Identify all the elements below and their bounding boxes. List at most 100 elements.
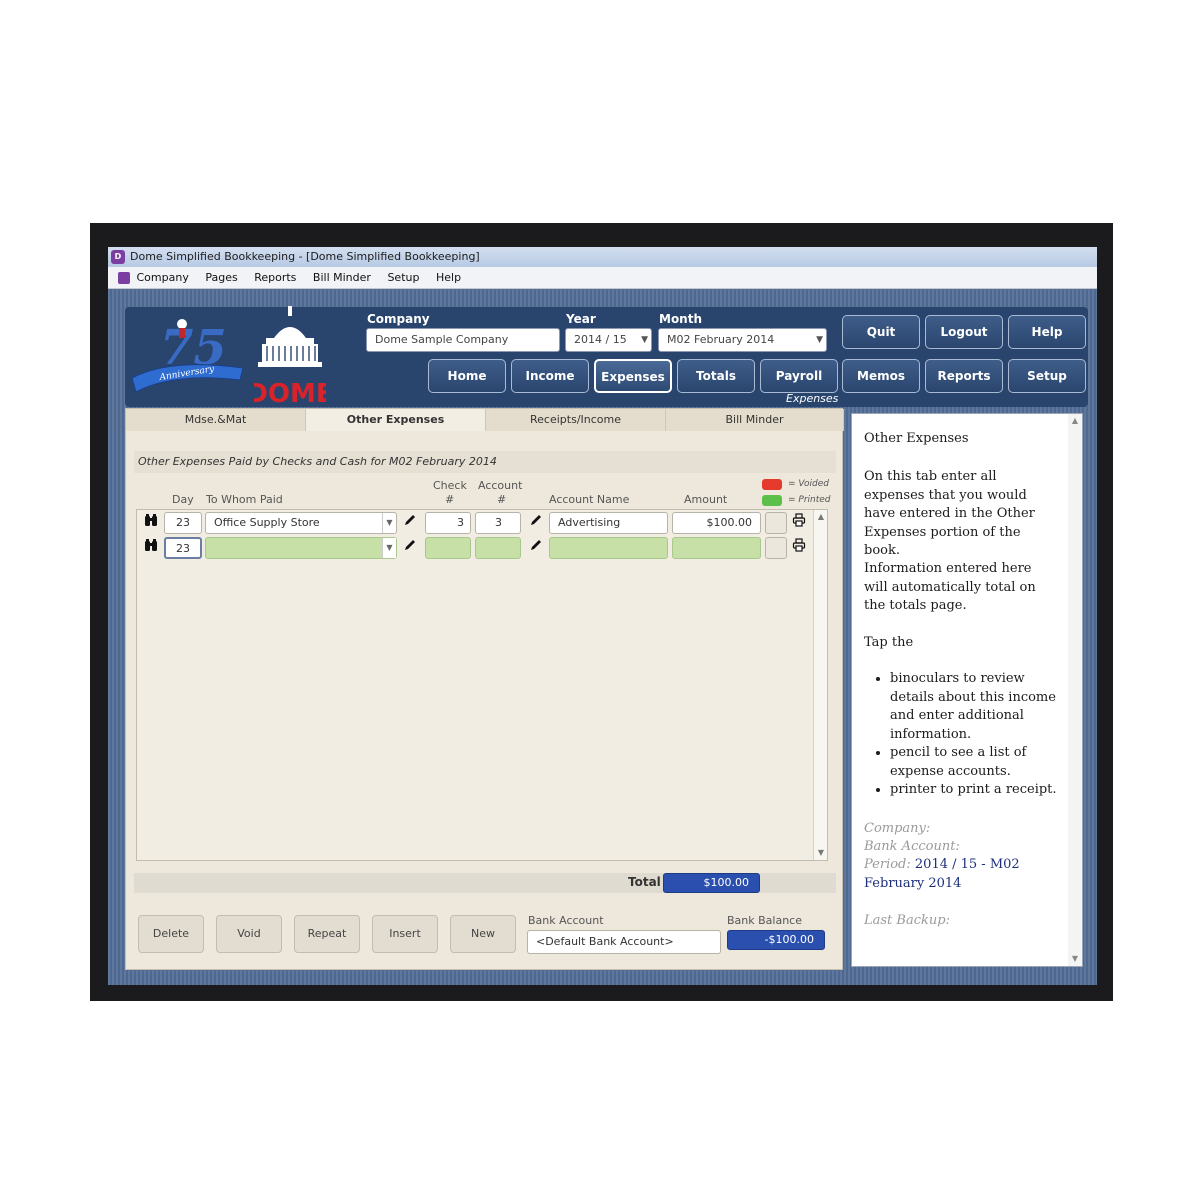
menu-setup[interactable]: Setup bbox=[387, 267, 419, 289]
status-cell bbox=[765, 512, 787, 534]
repeat-button[interactable]: Repeat bbox=[294, 915, 360, 953]
check-cell[interactable]: 3 bbox=[425, 512, 471, 534]
quit-button[interactable]: Quit bbox=[842, 315, 920, 349]
sub-tabs: Mdse.&Mat Other Expenses Receipts/Income… bbox=[126, 409, 844, 431]
help-list: binoculars to review details about this … bbox=[870, 670, 1070, 800]
month-select[interactable]: M02 February 2014 ▼ bbox=[658, 328, 827, 352]
table-row: 23 ▼ bbox=[137, 537, 813, 559]
document-icon bbox=[118, 272, 130, 284]
nav-totals-button[interactable]: Totals bbox=[677, 359, 755, 393]
printer-icon[interactable] bbox=[789, 513, 809, 533]
company-value: Dome Sample Company bbox=[375, 333, 509, 346]
new-button[interactable]: New bbox=[450, 915, 516, 953]
help-bullet-binoculars: binoculars to review details about this … bbox=[890, 670, 1070, 744]
nav-expenses-button[interactable]: Expenses bbox=[594, 359, 672, 393]
tab-other-expenses[interactable]: Other Expenses bbox=[306, 409, 486, 431]
col-account: Account bbox=[478, 479, 523, 492]
binoculars-icon[interactable] bbox=[141, 538, 161, 558]
help-bank-label: Bank Account: bbox=[864, 839, 960, 854]
binoculars-icon[interactable] bbox=[141, 513, 161, 533]
account-cell[interactable] bbox=[475, 537, 521, 559]
check-cell[interactable] bbox=[425, 537, 471, 559]
chevron-down-icon[interactable]: ▼ bbox=[382, 513, 396, 533]
year-select[interactable]: 2014 / 15 ▼ bbox=[565, 328, 652, 352]
to-whom-cell[interactable]: ▼ bbox=[205, 537, 397, 559]
insert-button[interactable]: Insert bbox=[372, 915, 438, 953]
delete-button[interactable]: Delete bbox=[138, 915, 204, 953]
month-value: M02 February 2014 bbox=[667, 333, 775, 346]
to-whom-cell[interactable]: Office Supply Store ▼ bbox=[205, 512, 397, 534]
account-name-cell[interactable] bbox=[549, 537, 668, 559]
total-value: $100.00 bbox=[663, 873, 760, 893]
nav-income-button[interactable]: Income bbox=[511, 359, 589, 393]
bank-balance-value: -$100.00 bbox=[727, 930, 825, 950]
void-button[interactable]: Void bbox=[216, 915, 282, 953]
tab-mdse-mat[interactable]: Mdse.&Mat bbox=[126, 409, 306, 431]
pencil-icon[interactable] bbox=[400, 538, 420, 558]
scroll-up-icon[interactable]: ▲ bbox=[814, 510, 828, 524]
window-title: Dome Simplified Bookkeeping - [Dome Simp… bbox=[130, 250, 480, 263]
tab-receipts-income[interactable]: Receipts/Income bbox=[486, 409, 666, 431]
menu-help[interactable]: Help bbox=[436, 267, 461, 289]
bank-account-select[interactable]: <Default Bank Account> bbox=[527, 930, 721, 954]
menu-pages[interactable]: Pages bbox=[205, 267, 237, 289]
anniversary-logo-icon: 75 Anniversary bbox=[131, 319, 244, 393]
nav-payroll-button[interactable]: Payroll bbox=[760, 359, 838, 393]
menu-bar: Company Pages Reports Bill Minder Setup … bbox=[108, 267, 1097, 289]
account-name-cell[interactable]: Advertising bbox=[549, 512, 668, 534]
help-button[interactable]: Help bbox=[1008, 315, 1086, 349]
help-scrollbar[interactable]: ▲ ▼ bbox=[1068, 414, 1082, 966]
pencil-icon[interactable] bbox=[526, 513, 546, 533]
amount-cell[interactable]: $100.00 bbox=[672, 512, 761, 534]
day-cell[interactable]: 23 bbox=[164, 512, 202, 534]
col-check: Check bbox=[433, 479, 467, 492]
nav-memos-button[interactable]: Memos bbox=[842, 359, 920, 393]
help-bullet-printer: printer to print a receipt. bbox=[890, 781, 1070, 800]
company-label: Company bbox=[367, 312, 430, 326]
status-cell bbox=[765, 537, 787, 559]
expense-grid: 23 Office Supply Store ▼ 3 3 Advertising … bbox=[136, 509, 828, 861]
pencil-icon[interactable] bbox=[400, 513, 420, 533]
day-cell[interactable]: 23 bbox=[164, 537, 202, 559]
current-page-label: Expenses bbox=[786, 392, 839, 405]
dome-logo-text: DOME bbox=[254, 379, 326, 405]
scroll-up-icon[interactable]: ▲ bbox=[1068, 414, 1082, 428]
help-backup-label: Last Backup: bbox=[864, 913, 950, 928]
account-cell[interactable]: 3 bbox=[475, 512, 521, 534]
year-label: Year bbox=[566, 312, 596, 326]
amount-cell[interactable] bbox=[672, 537, 761, 559]
menu-company[interactable]: Company bbox=[137, 267, 189, 289]
nav-home-button[interactable]: Home bbox=[428, 359, 506, 393]
expenses-panel: Mdse.&Mat Other Expenses Receipts/Income… bbox=[125, 408, 844, 970]
table-row: 23 Office Supply Store ▼ 3 3 Advertising … bbox=[137, 512, 813, 534]
printer-icon[interactable] bbox=[789, 538, 809, 558]
help-period-label: Period: bbox=[864, 857, 911, 872]
scroll-down-icon[interactable]: ▼ bbox=[814, 846, 828, 860]
menu-reports[interactable]: Reports bbox=[254, 267, 296, 289]
help-paragraph-2: Information entered here will automatica… bbox=[864, 561, 1036, 613]
tab-bill-minder[interactable]: Bill Minder bbox=[666, 409, 844, 431]
grid-scrollbar[interactable]: ▲ ▼ bbox=[813, 510, 827, 860]
year-value: 2014 / 15 bbox=[574, 333, 627, 346]
chevron-down-icon: ▼ bbox=[641, 335, 648, 345]
to-whom-value: Office Supply Store bbox=[214, 516, 320, 529]
logout-button[interactable]: Logout bbox=[925, 315, 1003, 349]
bank-balance-label: Bank Balance bbox=[727, 914, 802, 927]
col-account-name: Account Name bbox=[549, 493, 630, 506]
chevron-down-icon[interactable]: ▼ bbox=[382, 538, 396, 558]
chevron-down-icon: ▼ bbox=[816, 335, 823, 345]
title-bar: D Dome Simplified Bookkeeping - [Dome Si… bbox=[108, 247, 1097, 267]
company-field[interactable]: Dome Sample Company bbox=[366, 328, 560, 352]
pencil-icon[interactable] bbox=[526, 538, 546, 558]
help-panel: Other Expenses On this tab enter all exp… bbox=[851, 413, 1083, 967]
app-window: D Dome Simplified Bookkeeping - [Dome Si… bbox=[108, 247, 1097, 985]
nav-setup-button[interactable]: Setup bbox=[1008, 359, 1086, 393]
nav-reports-button[interactable]: Reports bbox=[925, 359, 1003, 393]
scroll-down-icon[interactable]: ▼ bbox=[1068, 952, 1082, 966]
section-title: Other Expenses Paid by Checks and Cash f… bbox=[134, 451, 836, 473]
voided-legend: = Voided bbox=[788, 479, 830, 489]
voided-swatch bbox=[762, 479, 782, 490]
menu-bill-minder[interactable]: Bill Minder bbox=[313, 267, 371, 289]
col-account-hash: # bbox=[497, 493, 507, 506]
col-amount: Amount bbox=[684, 493, 728, 506]
